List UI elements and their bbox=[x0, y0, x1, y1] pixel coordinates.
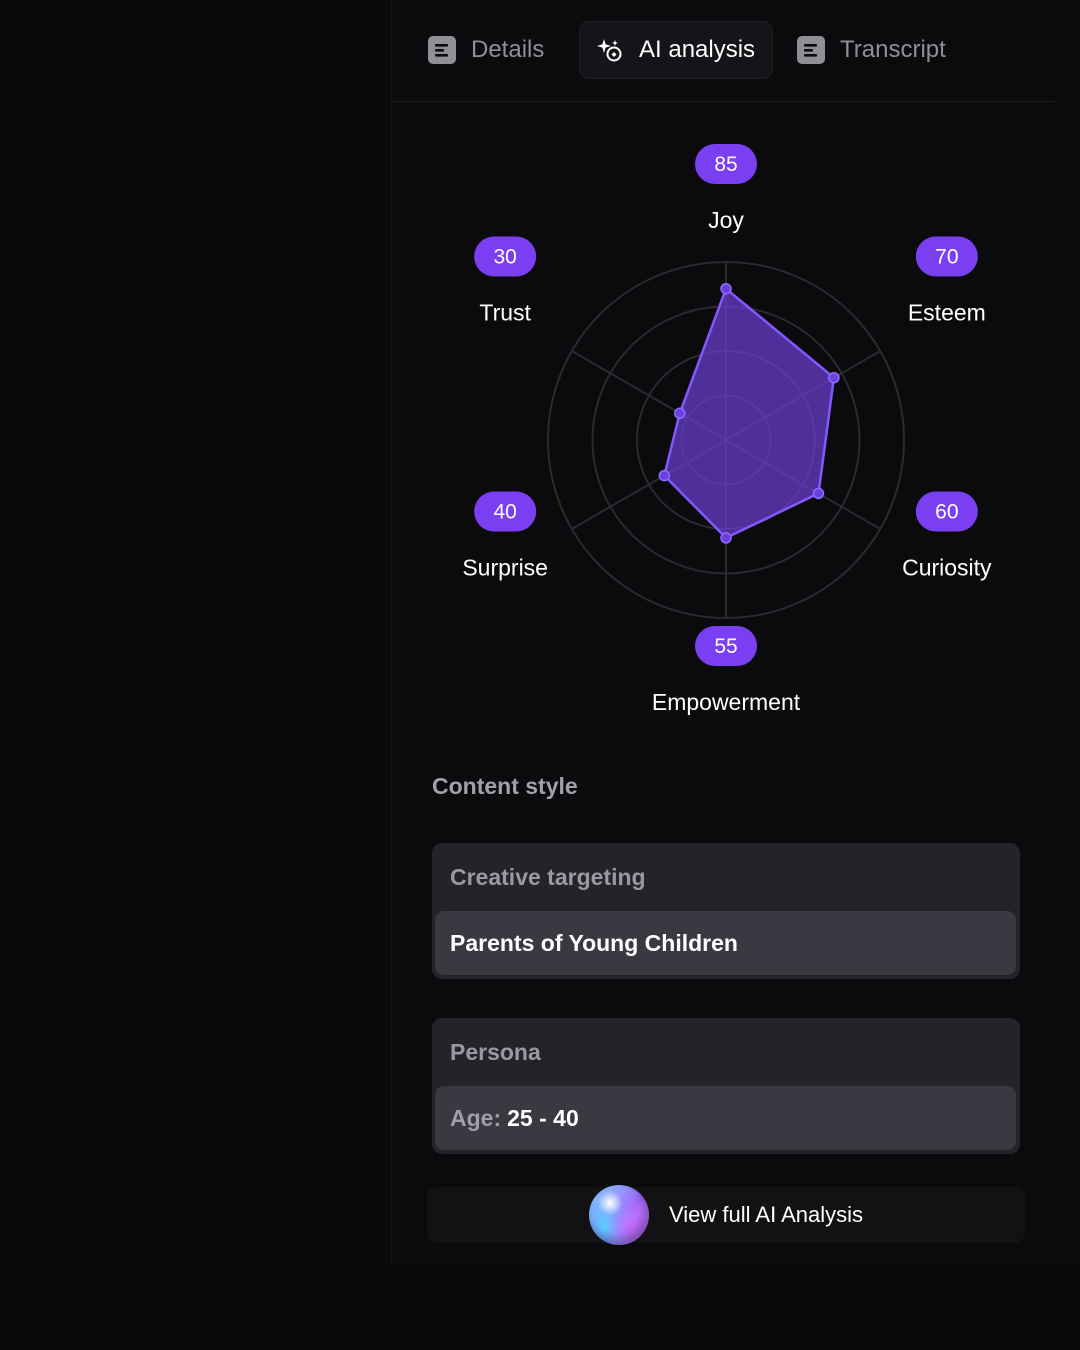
persona-age-label: Age: bbox=[450, 1104, 502, 1131]
tab-details[interactable]: Details bbox=[428, 21, 568, 79]
radar-point-empowerment bbox=[720, 532, 732, 544]
tab-details-label: Details bbox=[471, 36, 545, 63]
persona-age-value: 25 - 40 bbox=[507, 1104, 579, 1131]
persona-label: Persona bbox=[450, 1039, 541, 1065]
radar-point-trust bbox=[674, 407, 686, 420]
ai-orb-icon bbox=[588, 1185, 649, 1245]
document-icon bbox=[797, 36, 825, 64]
radar-label-trust: Trust bbox=[479, 300, 531, 326]
creative-targeting-value: Parents of Young Children bbox=[435, 911, 1016, 975]
radar-value-trust: 30 bbox=[493, 246, 516, 269]
tab-transcript-label: Transcript bbox=[840, 36, 946, 63]
tab-ai-analysis-label: AI analysis bbox=[639, 36, 756, 63]
radar-label-esteem: Esteem bbox=[908, 300, 986, 326]
radar-value-esteem: 70 bbox=[935, 246, 958, 269]
creative-targeting-label: Creative targeting bbox=[450, 864, 646, 890]
view-full-ai-analysis-button[interactable]: View full AI Analysis bbox=[427, 1185, 1025, 1245]
content-style-title: Content style bbox=[432, 773, 578, 799]
persona-age-row: Age: 25 - 40 bbox=[435, 1086, 1016, 1150]
radar-point-surprise bbox=[658, 469, 671, 482]
radar-point-esteem bbox=[828, 371, 840, 384]
radar-value-joy: 85 bbox=[714, 153, 737, 176]
emotion-radar-chart: 85 Joy 70 Esteem 60 Curiosity 55 Empowerment 40 S… bbox=[462, 144, 992, 715]
radar-label-surprise: Surprise bbox=[462, 555, 548, 581]
ai-analysis-panel: Details AI analysis Transcript 85 Joy 70 Es… bbox=[391, 0, 1080, 1265]
radar-value-surprise: 40 bbox=[493, 501, 516, 524]
radar-value-empowerment: 55 bbox=[714, 635, 737, 658]
document-icon bbox=[428, 36, 456, 64]
tab-bar: Details AI analysis Transcript bbox=[392, 0, 1055, 102]
creative-targeting-card: Creative targeting Parents of Young Chil… bbox=[432, 843, 1020, 979]
sparkle-icon bbox=[597, 39, 622, 62]
view-full-ai-analysis-label: View full AI Analysis bbox=[668, 1202, 864, 1227]
radar-point-curiosity bbox=[812, 487, 825, 500]
radar-series-area bbox=[663, 287, 836, 540]
radar-point-joy bbox=[720, 282, 732, 295]
persona-card: Persona Age: 25 - 40 bbox=[432, 1018, 1020, 1154]
radar-label-joy: Joy bbox=[708, 207, 744, 233]
radar-label-empowerment: Empowerment bbox=[652, 689, 801, 715]
radar-value-curiosity: 60 bbox=[935, 501, 958, 524]
radar-label-curiosity: Curiosity bbox=[902, 555, 992, 581]
tab-transcript[interactable]: Transcript bbox=[797, 21, 972, 79]
tab-ai-analysis[interactable]: AI analysis bbox=[579, 21, 773, 79]
